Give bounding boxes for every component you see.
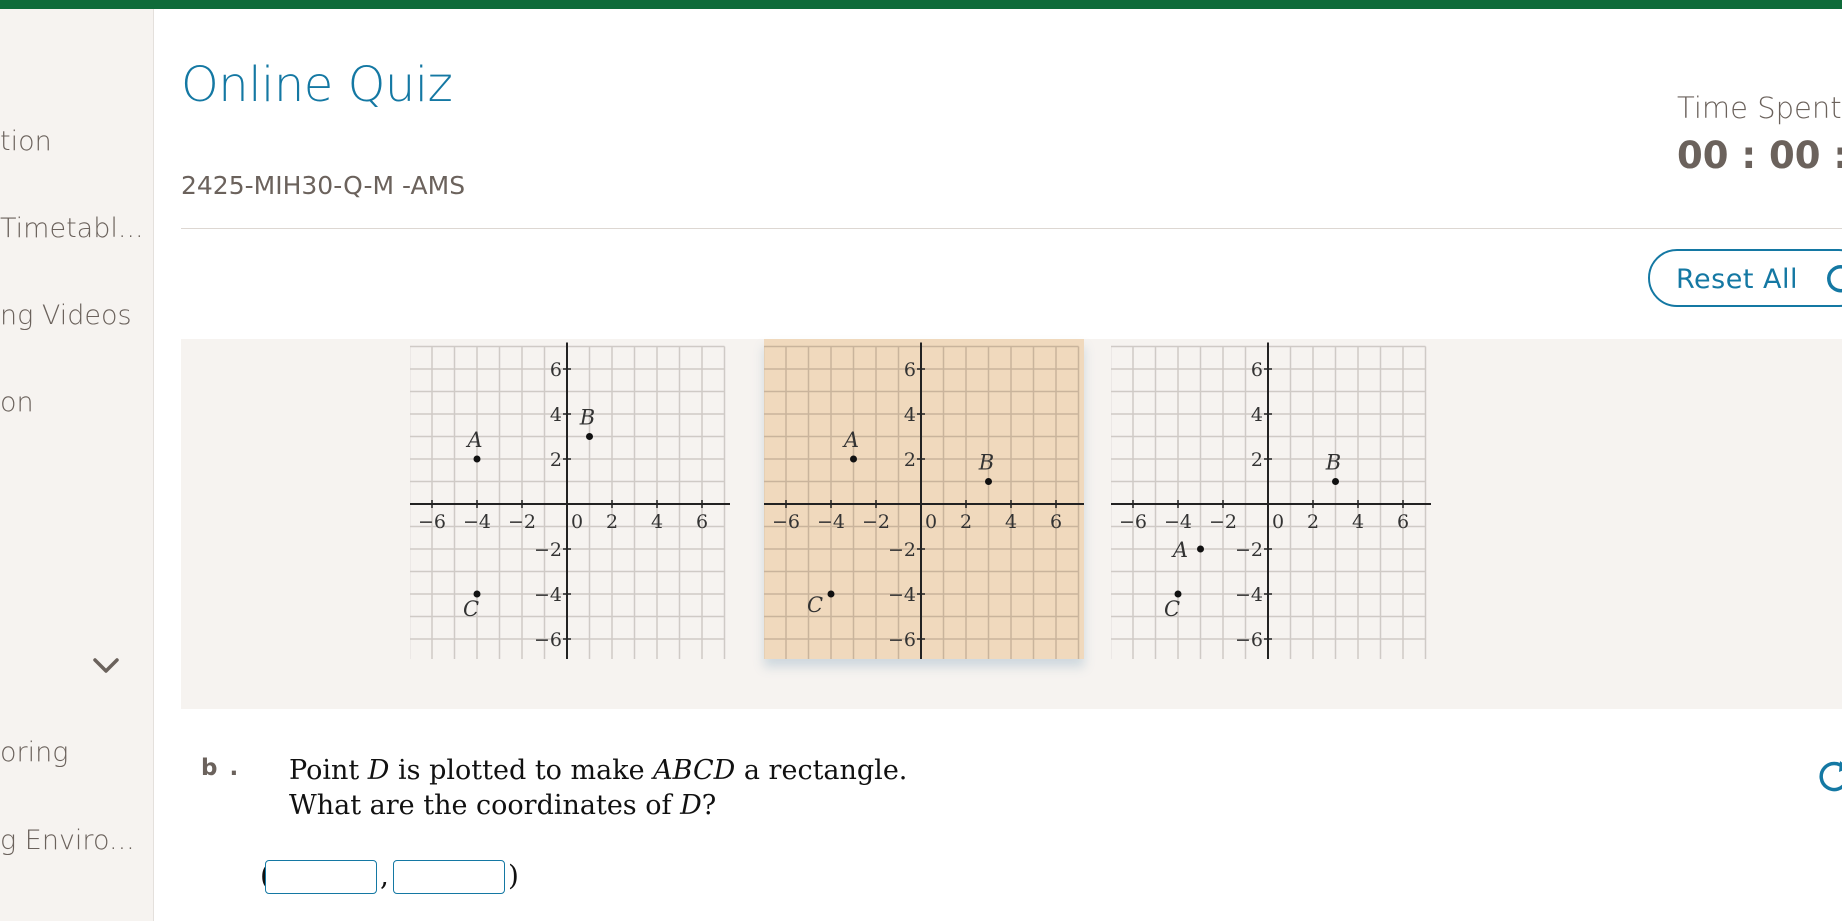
- time-spent-value: 00 : 00 : 4: [1677, 134, 1842, 177]
- x-tick-label: −4: [1164, 511, 1192, 533]
- x-tick-label: −6: [1119, 511, 1147, 533]
- x-tick-label: −4: [463, 511, 491, 533]
- reset-all-button[interactable]: Reset All: [1648, 249, 1842, 307]
- x-tick-label: −4: [817, 511, 845, 533]
- sidebar-item-3[interactable]: ng Videos: [0, 300, 132, 331]
- y-tick-label: 4: [904, 404, 916, 426]
- sidebar: tion Timetabl... ng Videos on oring g En…: [0, 9, 154, 921]
- point-label: C: [807, 593, 823, 617]
- graph-option-2[interactable]: x−6−4−20246642−2−4−6ABC: [761, 339, 1104, 666]
- time-spent-label: Time Spent: [1677, 91, 1842, 125]
- question-line-1: Point D is plotted to make ABCD a rectan…: [289, 755, 908, 786]
- refresh-icon[interactable]: [1813, 757, 1842, 797]
- point-label: B: [579, 406, 595, 430]
- y-tick-label: −4: [1235, 584, 1263, 606]
- question-part-label: b .: [201, 755, 241, 781]
- y-tick-label: −2: [888, 539, 916, 561]
- point-a: [473, 455, 481, 463]
- x-tick-label: 2: [960, 511, 972, 533]
- point-label: A: [842, 428, 859, 452]
- point-a: [1197, 545, 1204, 553]
- x-tick-label: 2: [1307, 511, 1319, 533]
- y-tick-label: 4: [550, 404, 562, 426]
- x-tick-label: 2: [606, 511, 618, 533]
- graph-option-1[interactable]: x−6−4−20246642−2−4−6ABC: [407, 339, 750, 666]
- y-tick-label: −6: [534, 629, 562, 651]
- y-tick-label: 6: [550, 359, 562, 381]
- y-tick-label: 2: [1251, 449, 1263, 471]
- y-tick-label: −4: [888, 584, 916, 606]
- point-b: [1332, 478, 1339, 485]
- x-tick-label: −6: [772, 511, 800, 533]
- y-tick-label: −6: [888, 629, 916, 651]
- refresh-icon: [1827, 264, 1842, 293]
- comma: ,: [380, 859, 389, 892]
- x-tick-label: 6: [1397, 511, 1409, 533]
- x-coordinate-input[interactable]: [265, 860, 377, 894]
- point-c: [827, 590, 835, 598]
- x-tick-label: 0: [925, 511, 937, 533]
- question-line-2: What are the coordinates of D?: [289, 790, 717, 821]
- point-label: B: [978, 451, 994, 475]
- sidebar-item-5[interactable]: oring: [0, 737, 68, 768]
- y-tick-label: 2: [550, 449, 562, 471]
- sidebar-item-1[interactable]: tion: [0, 126, 52, 157]
- x-tick-label: −6: [418, 511, 446, 533]
- point-b: [586, 433, 593, 440]
- point-label: A: [1171, 538, 1188, 562]
- x-tick-label: 6: [1050, 511, 1062, 533]
- main-content: Online Quiz 2425-MIH30-Q-M -AMS Time Spe…: [153, 9, 1842, 921]
- x-tick-label: 6: [696, 511, 708, 533]
- y-tick-label: −2: [534, 539, 562, 561]
- point-b: [985, 478, 992, 485]
- reset-all-label: Reset All: [1676, 264, 1798, 295]
- y-tick-label: 6: [1251, 359, 1263, 381]
- top-bar: [0, 0, 1842, 9]
- y-tick-label: −4: [534, 584, 562, 606]
- x-tick-label: 4: [1005, 511, 1017, 533]
- close-paren: ): [508, 859, 519, 892]
- coordinate-grid-3: x−6−4−20246642−2−4−6ABC: [1108, 342, 1451, 666]
- y-tick-label: 4: [1251, 404, 1263, 426]
- x-tick-label: 4: [651, 511, 663, 533]
- quiz-code: 2425-MIH30-Q-M -AMS: [181, 171, 466, 200]
- sidebar-item-6[interactable]: g Enviro...: [0, 825, 135, 856]
- x-tick-label: 0: [571, 511, 583, 533]
- graph-option-3[interactable]: x−6−4−20246642−2−4−6ABC: [1108, 339, 1451, 666]
- x-tick-label: −2: [862, 511, 890, 533]
- y-coordinate-input[interactable]: [393, 860, 505, 894]
- y-tick-label: −6: [1235, 629, 1263, 651]
- coordinate-grid-1: x−6−4−20246642−2−4−6ABC: [407, 342, 750, 666]
- y-tick-label: 6: [904, 359, 916, 381]
- sidebar-item-4[interactable]: on: [0, 387, 34, 418]
- point-label: C: [1164, 597, 1180, 621]
- y-tick-label: 2: [904, 449, 916, 471]
- x-tick-label: −2: [508, 511, 536, 533]
- point-label: C: [463, 597, 479, 621]
- y-tick-label: −2: [1235, 539, 1263, 561]
- sidebar-item-2[interactable]: Timetabl...: [0, 213, 144, 244]
- x-tick-label: 0: [1272, 511, 1284, 533]
- page-title: Online Quiz: [181, 57, 453, 113]
- point-label: B: [1325, 451, 1341, 475]
- chevron-down-icon[interactable]: [92, 657, 120, 675]
- header-divider: [181, 228, 1842, 229]
- point-a: [850, 455, 857, 463]
- coordinate-grid-2: x−6−4−20246642−2−4−6ABC: [761, 342, 1104, 666]
- point-label: A: [465, 428, 482, 452]
- x-tick-label: −2: [1209, 511, 1237, 533]
- x-tick-label: 4: [1352, 511, 1364, 533]
